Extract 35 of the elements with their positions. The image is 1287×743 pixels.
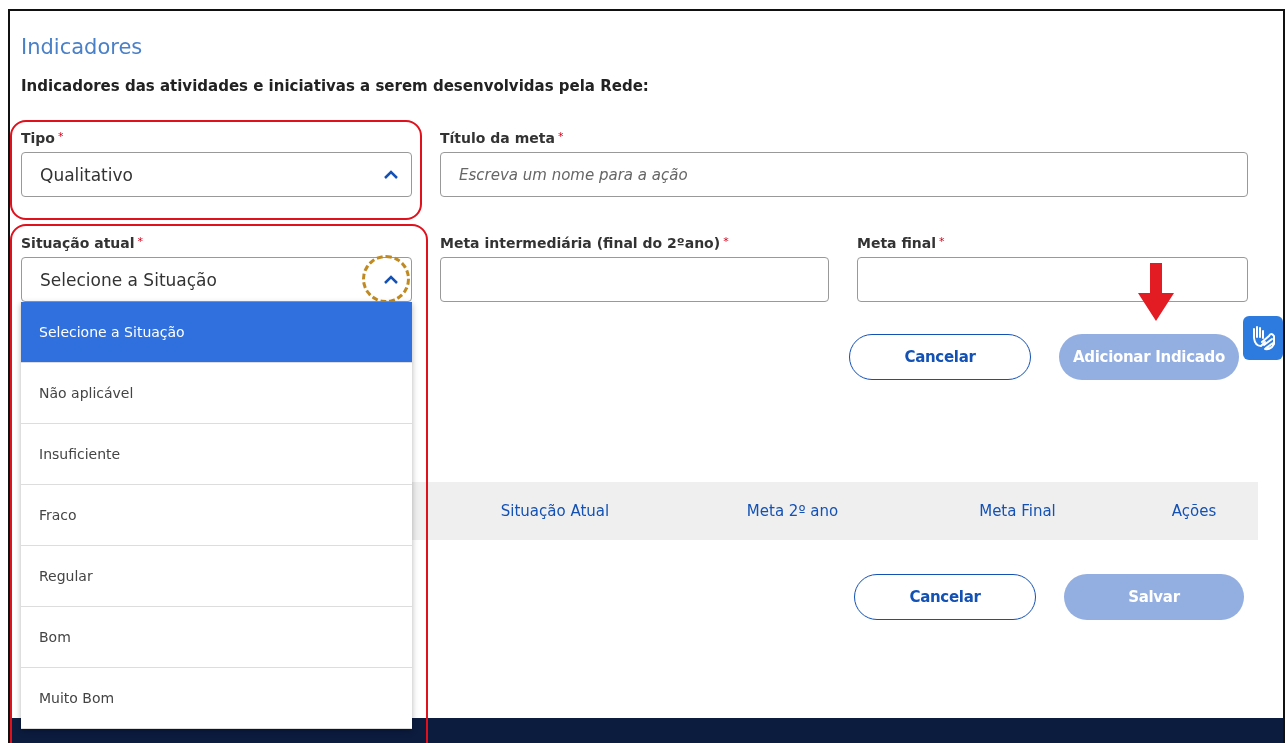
dropdown-option[interactable]: Não aplicável <box>21 363 412 424</box>
dropdown-option[interactable]: Muito Bom <box>21 668 412 729</box>
section-title: Indicadores <box>21 35 144 59</box>
cancel-button[interactable]: Cancelar <box>849 334 1031 380</box>
section-subtitle: Indicadores das atividades e iniciativas a serem desenvolvidas pela Rede: <box>21 77 650 95</box>
field-label: Meta final <box>857 235 937 251</box>
column-header: Situação Atual <box>499 502 611 520</box>
required-mark: * <box>557 130 564 143</box>
highlight-circle <box>362 255 410 303</box>
accessibility-button[interactable] <box>1243 316 1283 360</box>
dropdown-option[interactable]: Regular <box>21 546 412 607</box>
dropdown-option[interactable]: Fraco <box>21 485 412 546</box>
required-mark: * <box>58 130 64 143</box>
field-label: Tipo <box>21 130 55 146</box>
field-label: Título da meta <box>440 130 555 146</box>
chevron-up-icon <box>383 169 399 180</box>
dropdown-option[interactable]: Selecione a Situação <box>21 302 412 363</box>
input-field[interactable] <box>440 257 829 302</box>
field-label: Meta intermediária (final do 2ºano) <box>440 235 721 251</box>
dropdown-option[interactable]: Insuficiente <box>21 424 412 485</box>
required-mark: * <box>939 235 945 248</box>
required-mark: * <box>723 235 729 248</box>
column-header: Meta 2º ano <box>745 502 840 520</box>
status-select[interactable]: Selecione a Situação <box>21 257 412 302</box>
cancel-button[interactable]: Cancelar <box>854 574 1036 620</box>
dropdown-option[interactable]: Bom <box>21 607 412 668</box>
input-field[interactable]: Escreva um nome para a ação <box>440 152 1248 197</box>
type-select[interactable]: Qualitativo <box>21 152 412 197</box>
input-field[interactable] <box>857 257 1248 302</box>
column-header: Ações <box>1170 502 1218 520</box>
field-label: Situação atual <box>21 235 135 251</box>
required-mark: * <box>137 235 144 248</box>
column-header: Meta Final <box>978 502 1057 520</box>
down-arrow-icon <box>1136 263 1176 321</box>
chevron-up-icon <box>383 274 399 285</box>
